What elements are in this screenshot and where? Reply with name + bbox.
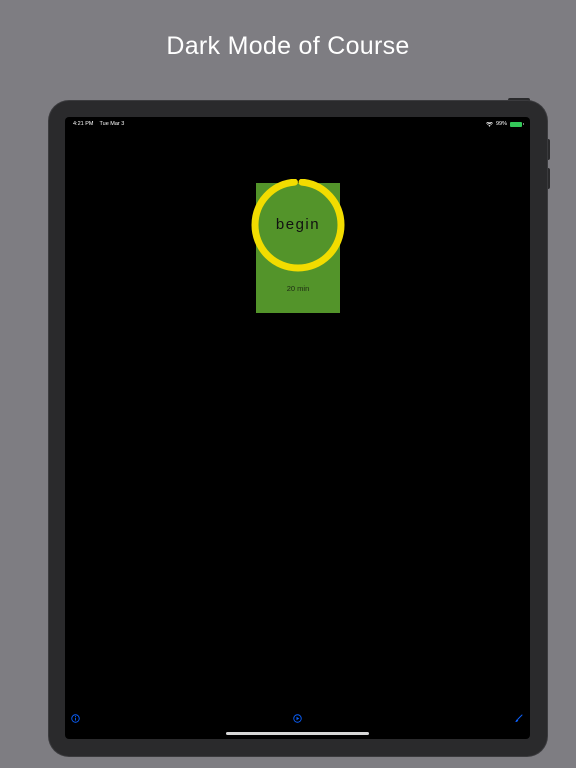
status-right: 99% — [486, 121, 524, 127]
duration-label: 20 min — [286, 284, 310, 293]
begin-button[interactable]: begin — [256, 216, 340, 233]
battery-percent: 99% — [495, 121, 507, 127]
info-icon[interactable] — [71, 714, 80, 723]
brush-icon[interactable] — [514, 714, 523, 723]
status-bar: 4:21 PM Tue Mar 3 99% — [65, 121, 530, 131]
battery-icon — [510, 121, 524, 127]
home-indicator[interactable] — [226, 732, 369, 735]
wifi-icon — [486, 121, 493, 127]
page-headline: Dark Mode of Course — [166, 32, 410, 60]
status-left: 4:21 PM Tue Mar 3 — [73, 121, 124, 127]
tablet-screen: 4:21 PM Tue Mar 3 99% begin 20 min — [65, 117, 530, 739]
status-time: 4:21 PM — [73, 121, 94, 127]
status-date: Tue Mar 3 — [99, 121, 125, 127]
course-card[interactable]: begin 20 min — [251, 179, 345, 313]
play-icon[interactable] — [293, 714, 302, 723]
